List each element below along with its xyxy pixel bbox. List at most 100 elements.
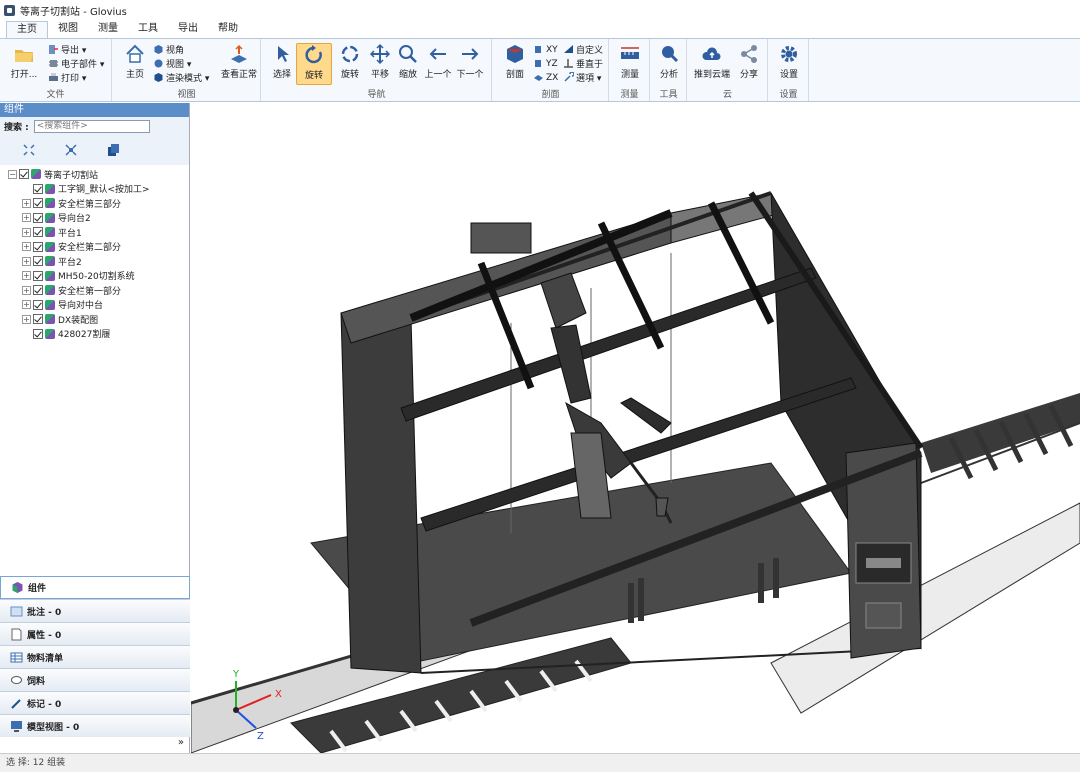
analyze-button[interactable]: 分析	[651, 43, 687, 85]
app-icon	[4, 4, 15, 16]
ruler-icon	[621, 47, 639, 59]
views-button[interactable]: 视图 ▾	[153, 57, 191, 70]
push-to-cloud-button[interactable]: 推到云端	[690, 43, 734, 85]
expand-toggle-icon[interactable]: +	[22, 227, 31, 237]
expand-all-icon[interactable]	[22, 143, 36, 157]
home-view-button[interactable]: 主页	[117, 43, 153, 85]
group-file-label: 文件	[46, 90, 65, 100]
section-perpendicular-button[interactable]: 垂直于	[563, 57, 603, 70]
part-icon	[45, 212, 55, 223]
menu-help[interactable]: 帮助	[208, 21, 248, 38]
visibility-checkbox[interactable]	[33, 241, 43, 252]
visibility-checkbox[interactable]	[33, 183, 43, 194]
expand-toggle-icon[interactable]: +	[22, 271, 31, 281]
title-bar: 等离子切割站 - Glovius	[0, 0, 1080, 20]
copy-document-icon[interactable]	[106, 143, 120, 157]
group-settings: 设置 设置	[769, 39, 809, 101]
expand-toggle-icon[interactable]: +	[22, 213, 31, 223]
export-button[interactable]: 导出 ▾	[48, 43, 86, 56]
section-button[interactable]: 剖面	[497, 43, 533, 85]
axis-y-label: Y	[232, 669, 240, 680]
visibility-checkbox[interactable]	[33, 227, 43, 238]
cube-view-icon	[154, 45, 163, 54]
section-options-button[interactable]: 選項 ▾	[563, 71, 601, 84]
annotation-icon	[10, 606, 23, 616]
expand-toggle-icon[interactable]: +	[22, 198, 31, 208]
open-button[interactable]: 打开...	[6, 43, 42, 85]
tree-node[interactable]: + 导向台2	[0, 211, 189, 226]
group-tools: 分析 工具	[651, 39, 687, 101]
section-yz-button[interactable]: YZ	[533, 57, 558, 70]
visibility-checkbox[interactable]	[33, 314, 43, 325]
previous-view-button[interactable]: 上一个	[420, 43, 456, 85]
collapse-all-icon[interactable]	[64, 143, 78, 157]
share-button[interactable]: 分享	[734, 43, 764, 85]
properties-icon	[11, 628, 22, 640]
tree-node[interactable]: + 平台2	[0, 254, 189, 269]
tab-markup[interactable]: 标记 - 0	[0, 691, 190, 714]
tree-node[interactable]: − 等离子切割站	[0, 167, 189, 182]
visibility-checkbox[interactable]	[33, 212, 43, 223]
tree-node[interactable]: + 导向对中台	[0, 298, 189, 313]
plane-zx-icon	[534, 75, 543, 81]
model-render: Y X Z	[191, 191, 1080, 753]
next-view-button[interactable]: 下一个	[452, 43, 488, 85]
tree-node[interactable]: + MH50-20切割系统	[0, 269, 189, 284]
menu-measure[interactable]: 测量	[88, 21, 128, 38]
select-button[interactable]: 选择	[264, 43, 300, 85]
expand-toggle-icon[interactable]: +	[22, 314, 31, 324]
tree-node[interactable]: + 安全栏第二部分	[0, 240, 189, 255]
tree-node[interactable]: 工字钢_默认<按加工>	[0, 182, 189, 197]
visibility-checkbox[interactable]	[33, 256, 43, 267]
ecad-button[interactable]: 电子部件 ▾	[48, 57, 104, 70]
visibility-checkbox[interactable]	[33, 285, 43, 296]
visibility-checkbox[interactable]	[33, 328, 43, 339]
section-zx-button[interactable]: ZX	[533, 71, 558, 84]
expand-toggle-icon[interactable]: +	[22, 242, 31, 252]
section-custom-button[interactable]: 自定义	[563, 43, 603, 56]
visibility-checkbox[interactable]	[33, 198, 43, 209]
part-icon	[45, 285, 55, 296]
expand-toggle-icon[interactable]: +	[22, 285, 31, 295]
print-button[interactable]: 打印 ▾	[48, 71, 86, 84]
tree-node-label: 等离子切割站	[44, 170, 99, 181]
tab-properties[interactable]: 属性 - 0	[0, 622, 190, 645]
render-mode-button[interactable]: 渲染模式 ▾	[153, 71, 209, 84]
menu-export[interactable]: 导出	[168, 21, 208, 38]
tab-annotations[interactable]: 批注 - 0	[0, 599, 190, 622]
visibility-checkbox[interactable]	[33, 270, 43, 281]
panel-title: 组件	[0, 103, 189, 117]
3d-viewport[interactable]: Y X Z	[191, 103, 1080, 753]
group-measure-label: 测量	[620, 90, 639, 100]
bom-icon	[10, 652, 23, 662]
expand-toggle-icon[interactable]: +	[22, 256, 31, 266]
visibility-checkbox[interactable]	[33, 299, 43, 310]
tab-components[interactable]: 组件	[0, 576, 190, 599]
view-angle-button[interactable]: 视角	[153, 43, 184, 56]
view-normal-button[interactable]: 查看正常	[219, 43, 259, 85]
tab-bom[interactable]: 物料清单	[0, 645, 190, 668]
expand-toggle-icon[interactable]: +	[22, 300, 31, 310]
tree-node[interactable]: + 安全栏第三部分	[0, 196, 189, 211]
tree-node[interactable]: + 平台1	[0, 225, 189, 240]
gear-icon	[781, 46, 797, 62]
menu-tools[interactable]: 工具	[128, 21, 168, 38]
tab-model-views[interactable]: 模型视图 - 0	[0, 714, 190, 737]
tree-node[interactable]: + 安全栏第一部分	[0, 283, 189, 298]
panel-tabs: 组件 批注 - 0 属性 - 0 物料清单 饲料 标记 - 0 模型视图 - 0…	[0, 576, 190, 753]
menu-view[interactable]: 视图	[48, 21, 88, 38]
search-input[interactable]	[33, 119, 150, 133]
settings-button[interactable]: 设置	[771, 43, 807, 85]
section-xy-button[interactable]: XY	[533, 43, 558, 56]
visibility-checkbox[interactable]	[19, 169, 29, 180]
tree-node[interactable]: 428027割履	[0, 327, 189, 342]
collapse-panel-button[interactable]: »	[0, 737, 190, 753]
measure-button[interactable]: 测量	[612, 43, 648, 85]
rotate-selected-button[interactable]: 旋转	[296, 43, 332, 85]
tree-node[interactable]: + DX装配图	[0, 312, 189, 327]
tab-feedback[interactable]: 饲料	[0, 668, 190, 691]
expand-toggle-icon[interactable]: −	[8, 169, 17, 179]
axis-x-label: X	[275, 689, 282, 700]
cloud-upload-icon	[702, 47, 721, 60]
menu-home[interactable]: 主页	[6, 21, 48, 38]
